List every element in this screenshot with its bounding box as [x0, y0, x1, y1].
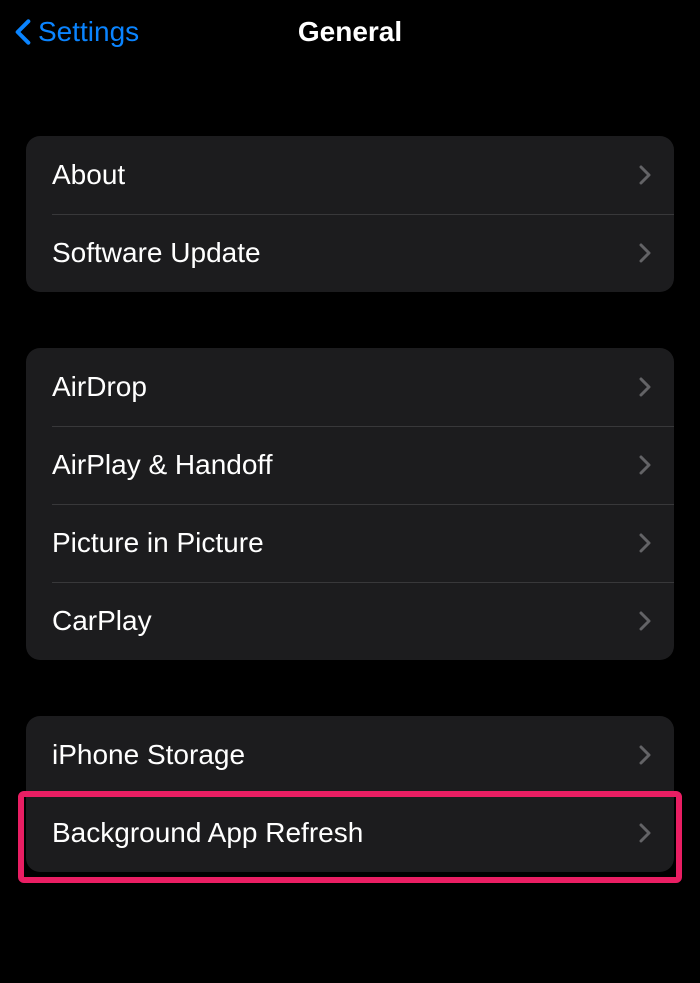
row-software-update[interactable]: Software Update: [26, 214, 674, 292]
row-iphone-storage[interactable]: iPhone Storage: [26, 716, 674, 794]
settings-group-2: AirDrop AirPlay & Handoff Picture in Pic…: [26, 348, 674, 660]
chevron-right-icon: [638, 242, 652, 264]
navigation-bar: Settings General: [0, 0, 700, 64]
back-button[interactable]: Settings: [14, 16, 139, 48]
row-airplay-handoff[interactable]: AirPlay & Handoff: [26, 426, 674, 504]
row-label: CarPlay: [52, 605, 152, 637]
row-label: Picture in Picture: [52, 527, 264, 559]
row-label: AirPlay & Handoff: [52, 449, 273, 481]
chevron-right-icon: [638, 822, 652, 844]
chevron-right-icon: [638, 610, 652, 632]
row-label: AirDrop: [52, 371, 147, 403]
row-background-app-refresh[interactable]: Background App Refresh: [26, 794, 674, 872]
row-carplay[interactable]: CarPlay: [26, 582, 674, 660]
settings-group-3: iPhone Storage Background App Refresh: [26, 716, 674, 872]
chevron-right-icon: [638, 532, 652, 554]
chevron-left-icon: [14, 17, 32, 47]
page-title: General: [298, 16, 402, 48]
row-label: iPhone Storage: [52, 739, 245, 771]
chevron-right-icon: [638, 376, 652, 398]
row-about[interactable]: About: [26, 136, 674, 214]
settings-content: About Software Update AirDrop AirPlay & …: [0, 136, 700, 872]
row-label: Background App Refresh: [52, 817, 363, 849]
chevron-right-icon: [638, 744, 652, 766]
row-picture-in-picture[interactable]: Picture in Picture: [26, 504, 674, 582]
row-label: Software Update: [52, 237, 261, 269]
back-label: Settings: [38, 16, 139, 48]
chevron-right-icon: [638, 454, 652, 476]
row-label: About: [52, 159, 125, 191]
settings-group-1: About Software Update: [26, 136, 674, 292]
row-airdrop[interactable]: AirDrop: [26, 348, 674, 426]
chevron-right-icon: [638, 164, 652, 186]
